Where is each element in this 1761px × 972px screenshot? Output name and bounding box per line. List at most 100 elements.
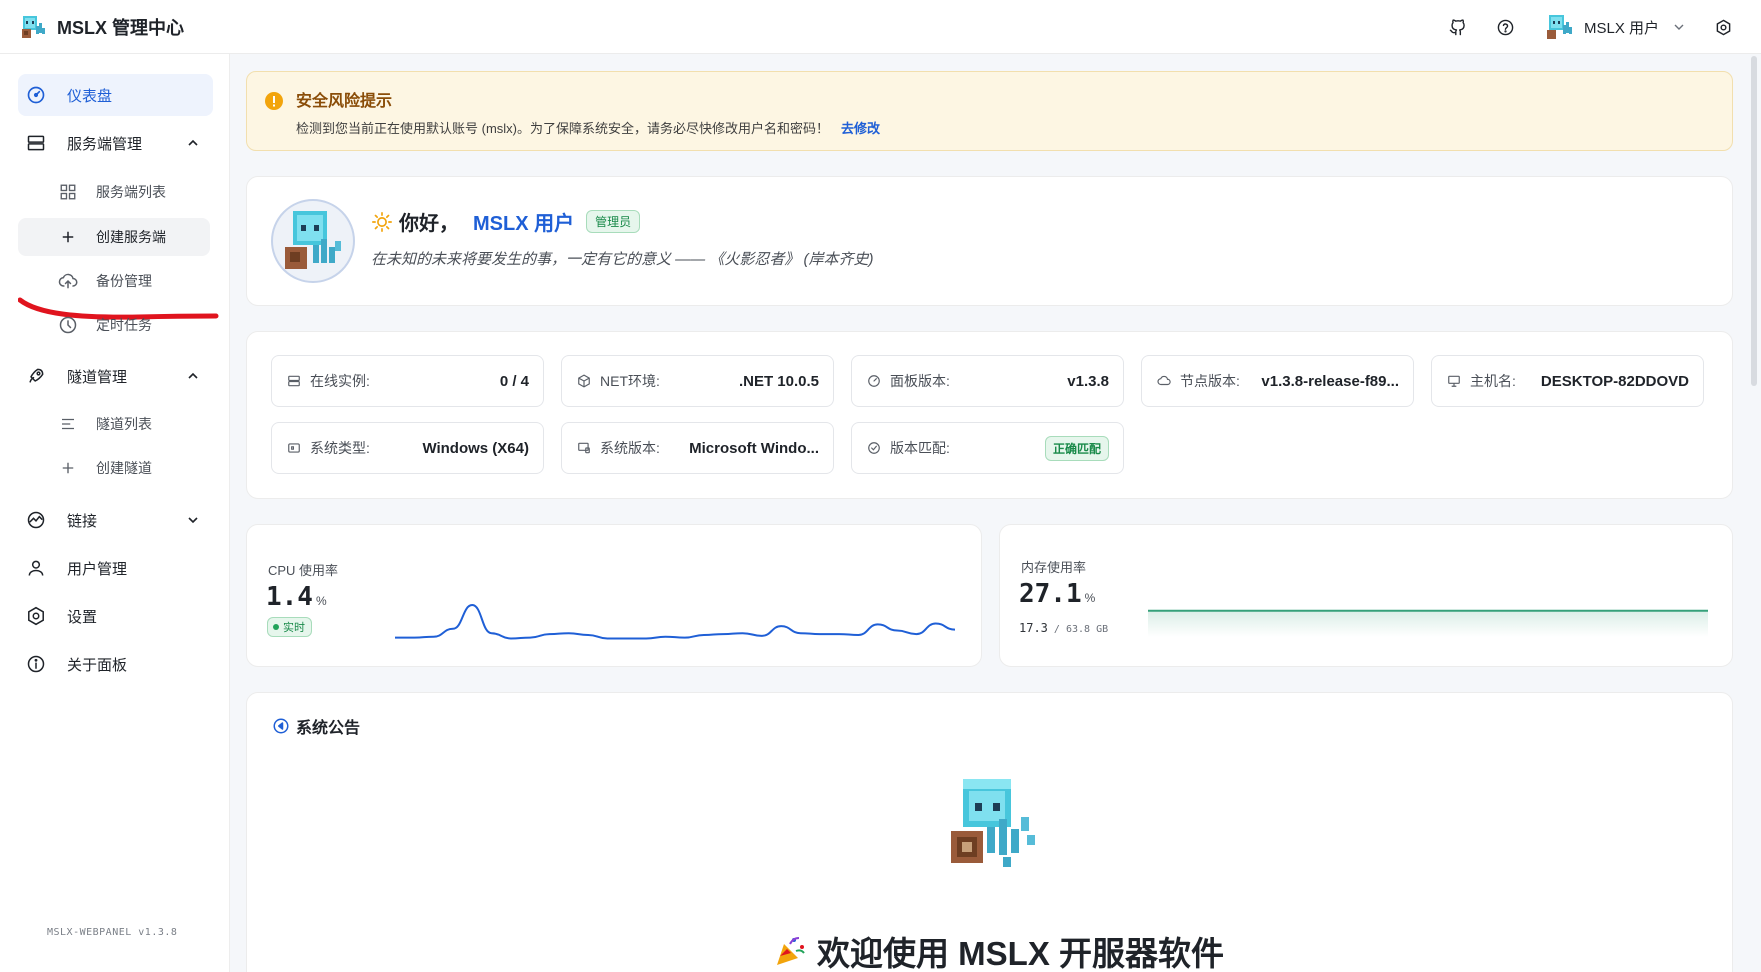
grid-icon <box>58 182 78 202</box>
chip-icon <box>286 440 302 456</box>
sidebar-item-server-management[interactable]: 服务端管理 <box>18 122 213 164</box>
sidebar-item-label: 用户管理 <box>67 560 128 578</box>
plus-icon <box>58 227 78 247</box>
sidebar-item-tunnel-list[interactable]: 隧道列表 <box>18 405 210 443</box>
sidebar-item-label: 关于面板 <box>67 656 128 674</box>
gauge-icon <box>866 373 882 389</box>
warning-icon <box>265 92 283 110</box>
sidebar-item-label: 隧道管理 <box>67 368 128 386</box>
welcome-avatar <box>271 199 355 283</box>
dashboard-icon <box>25 84 47 106</box>
sparkline-line <box>395 604 955 640</box>
info-value: Windows (X64) <box>422 439 529 457</box>
sun-icon <box>372 211 392 232</box>
sidebar-item-label: 仪表盘 <box>67 87 113 105</box>
check-circle-icon <box>866 440 882 456</box>
memory-sparkline <box>1148 609 1708 637</box>
rocket-icon <box>25 365 47 387</box>
top-bar: MSLX 管理中心 MSLX 用户 <box>0 0 1761 54</box>
server-icon <box>286 373 302 389</box>
server-icon <box>25 132 47 154</box>
help-icon[interactable] <box>1496 17 1516 37</box>
info-value: 0 / 4 <box>499 372 529 390</box>
system-info-card: 在线实例: 0 / 4 NET环境: .NET 10.0.5 面板版本: v1.… <box>246 331 1733 499</box>
desktop-icon <box>576 440 592 456</box>
sidebar-item-scheduled-tasks[interactable]: 定时任务 <box>18 306 210 344</box>
sidebar-item-create-server[interactable]: 创建服务端 <box>18 218 210 256</box>
alert-title: 安全风险提示 <box>296 93 393 110</box>
sidebar-item-label: 服务端管理 <box>67 135 143 153</box>
user-menu[interactable]: MSLX 用户 <box>1544 12 1685 42</box>
sidebar-item-server-list[interactable]: 服务端列表 <box>18 173 210 211</box>
sidebar-item-backup[interactable]: 备份管理 <box>18 262 210 300</box>
info-chip-online-instances: 在线实例: 0 / 4 <box>271 355 544 407</box>
github-icon[interactable] <box>1448 17 1468 37</box>
sidebar-item-label: 服务端列表 <box>96 184 166 200</box>
cube-icon <box>576 373 592 389</box>
sidebar-item-label: 链接 <box>67 512 98 530</box>
info-value: v1.3.8-release-f89... <box>1261 372 1399 390</box>
sidebar-item-links[interactable]: 链接 <box>18 499 213 541</box>
sidebar-item-about[interactable]: 关于面板 <box>18 643 213 685</box>
info-key: 系统类型: <box>310 440 370 456</box>
plus-icon <box>58 458 78 478</box>
sidebar-item-label: 设置 <box>67 608 98 626</box>
live-badge: 实时 <box>267 617 312 637</box>
memory-usage-card: 内存使用率 27.1% 17.3 / 63.8 GB <box>999 524 1733 667</box>
cpu-usage-card: CPU 使用率 1.4% 实时 <box>246 524 982 667</box>
sidebar-item-label: 创建隧道 <box>96 460 152 476</box>
info-value: .NET 10.0.5 <box>738 372 819 390</box>
sidebar-item-settings[interactable]: 设置 <box>18 595 213 637</box>
info-value: v1.3.8 <box>1067 372 1109 390</box>
memory-detail: 17.3 / 63.8 GB <box>1019 621 1109 635</box>
gear-icon <box>25 605 47 627</box>
sidebar: 仪表盘 服务端管理 服务端列表 创建服务端 备份管理 定时任务 隧道管理 隧道列… <box>0 54 230 972</box>
announcement-card: 系统公告 欢迎使用 MSLX 开服器软件 <box>246 692 1733 972</box>
live-dot <box>273 624 279 630</box>
logo-icon <box>22 15 45 38</box>
info-chip-version-match: 版本匹配: 正确匹配 <box>851 422 1124 474</box>
party-popper-icon <box>777 937 805 965</box>
security-alert: 安全风险提示 检测到您当前正在使用默认账号 (mslx)。为了保障系统安全，请务… <box>246 71 1733 151</box>
memory-value: 27.1% <box>1019 579 1095 609</box>
sidebar-item-label: 定时任务 <box>96 317 152 333</box>
chevron-down-icon <box>188 517 198 524</box>
greeting-username: MSLX 用户 <box>473 213 575 235</box>
info-chip-hostname: 主机名: DESKTOP-82DDOVD <box>1431 355 1704 407</box>
info-key: 版本匹配: <box>890 440 950 456</box>
sidebar-item-label: 隧道列表 <box>96 416 152 432</box>
alert-text: 检测到您当前正在使用默认账号 (mslx)。为了保障系统安全，请务必尽快修改用户… <box>296 118 880 137</box>
page-scrollbar[interactable] <box>1751 56 1757 386</box>
info-chip-system-type: 系统类型: Windows (X64) <box>271 422 544 474</box>
mascot-image <box>951 779 1035 867</box>
cpu-sparkline <box>395 604 955 640</box>
cpu-label: CPU 使用率 <box>268 563 339 578</box>
memory-value-number: 27.1 <box>1019 579 1082 609</box>
list-icon <box>58 414 78 434</box>
info-key: 主机名: <box>1470 373 1516 389</box>
user-avatar <box>1546 15 1572 39</box>
chevron-up-icon <box>188 372 198 379</box>
announcement-title: 系统公告 <box>296 720 361 737</box>
modify-credentials-link[interactable]: 去修改 <box>841 121 880 136</box>
info-chip-system-version: 系统版本: Microsoft Windo... <box>561 422 834 474</box>
user-icon <box>25 557 47 579</box>
sidebar-item-tunnel-management[interactable]: 隧道管理 <box>18 355 213 397</box>
settings-icon[interactable] <box>1713 17 1733 37</box>
sidebar-item-create-tunnel[interactable]: 创建隧道 <box>18 449 210 487</box>
live-label: 实时 <box>283 622 305 634</box>
clock-icon <box>58 315 78 335</box>
info-key: 系统版本: <box>600 440 660 456</box>
chevron-up-icon <box>188 139 198 146</box>
info-value: DESKTOP-82DDOVD <box>1540 372 1689 390</box>
memory-label: 内存使用率 <box>1021 560 1087 575</box>
alert-message: 检测到您当前正在使用默认账号 (mslx)。为了保障系统安全，请务必尽快修改用户… <box>296 121 829 136</box>
info-key: NET环境: <box>600 373 660 389</box>
version-match-badge: 正确匹配 <box>1044 435 1109 461</box>
sidebar-item-dashboard[interactable]: 仪表盘 <box>18 74 213 116</box>
daily-quote: 在未知的未来将要发生的事，一定有它的意义 —— 《火影忍者》 (岸本齐史) <box>371 251 874 268</box>
info-key: 节点版本: <box>1180 373 1240 389</box>
sidebar-item-user-management[interactable]: 用户管理 <box>18 547 213 589</box>
memory-total: 63.8 GB <box>1065 624 1109 635</box>
announcement-heading: 欢迎使用 MSLX 开服器软件 <box>817 935 1225 972</box>
